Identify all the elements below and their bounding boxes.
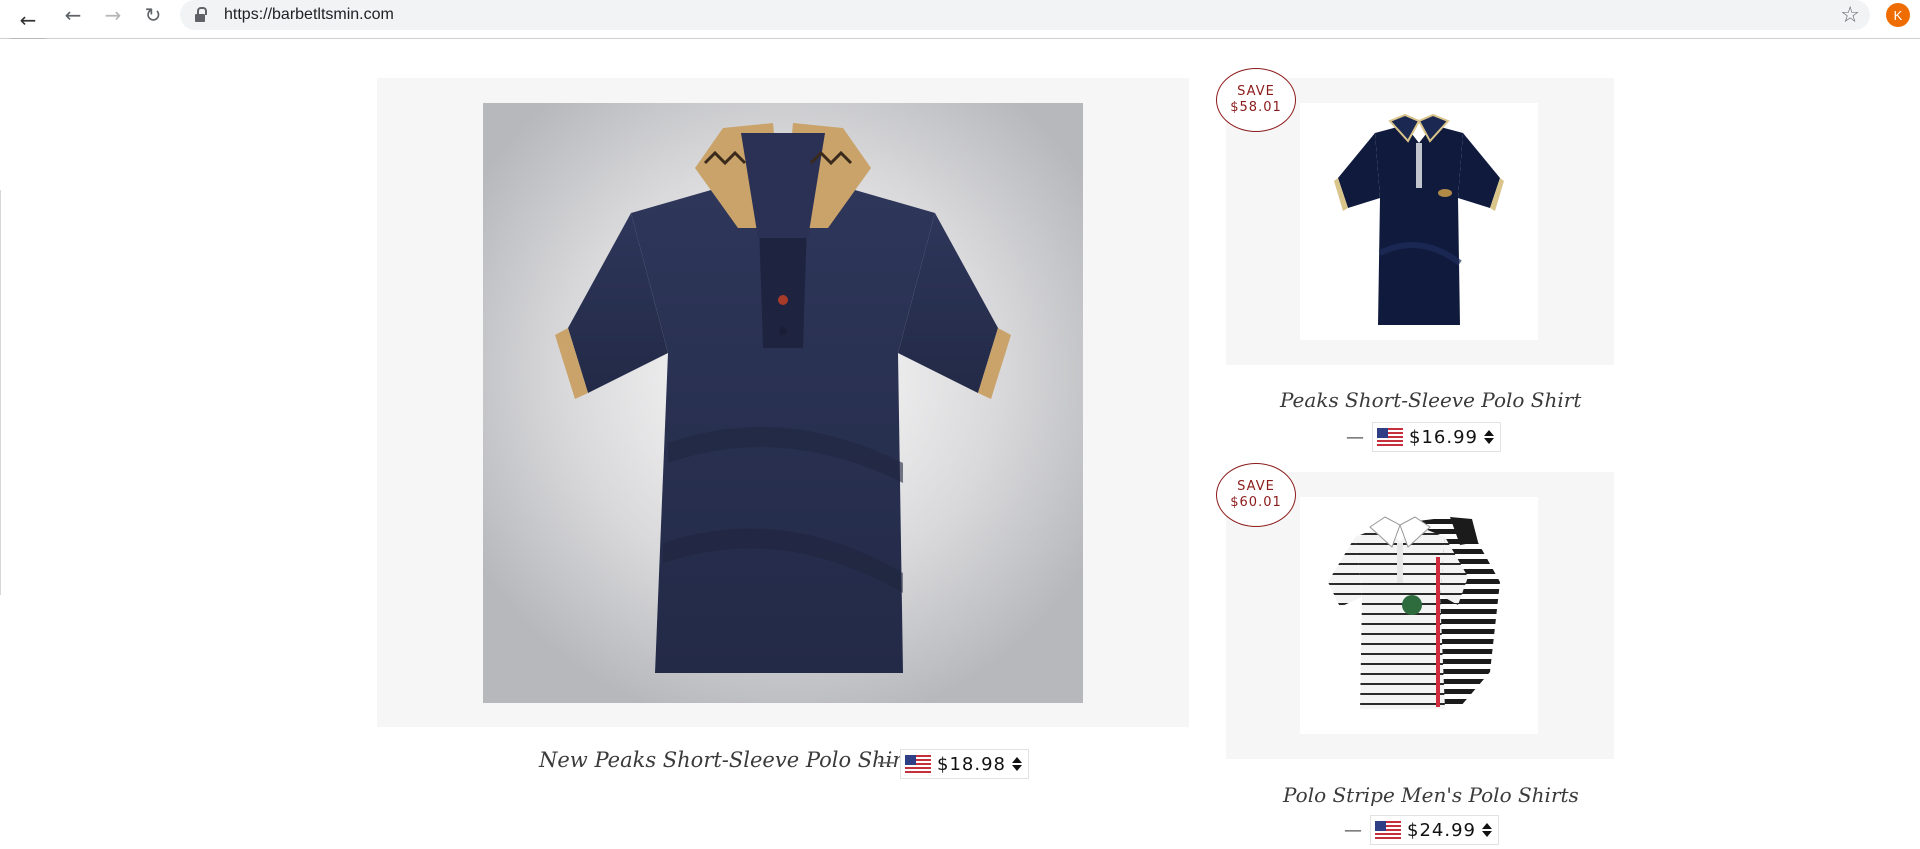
price-currency-selector-2[interactable]: $16.99 [1372,422,1501,452]
save-amount: $58.01 [1230,100,1282,115]
sort-arrows-icon [1483,430,1494,444]
price-text-2: $16.99 [1409,426,1478,448]
save-badge-2: SAVE $58.01 [1216,68,1296,132]
title-price-separator: — [1346,427,1364,448]
product-image-1[interactable] [483,103,1083,703]
save-badge-3: SAVE $60.01 [1216,463,1296,527]
title-price-separator: — [1344,820,1362,841]
product-title-3[interactable]: Polo Stripe Men's Polo Shirts [1283,783,1579,807]
striped-polo-shirts-image [1328,516,1500,709]
save-label: SAVE [1237,84,1275,99]
back-arrow-icon: ← [64,3,82,27]
star-icon[interactable]: ☆ [1840,3,1860,28]
back-arrow-icon[interactable]: ← [10,2,46,39]
price-text-1: $18.98 [937,753,1006,775]
product-title-2[interactable]: Peaks Short-Sleeve Polo Shirt [1280,388,1581,412]
forward-button[interactable]: → [98,0,128,30]
reload-icon: ↻ [144,3,162,27]
price-currency-selector-1[interactable]: $18.98 [900,749,1029,779]
back-button[interactable]: ← [58,0,88,30]
product-image-2[interactable] [1300,103,1538,340]
product-title-1[interactable]: New Peaks Short-Sleeve Polo Shirt [539,748,911,772]
save-amount: $60.01 [1230,495,1282,510]
title-price-separator: — [877,752,895,773]
price-text-3: $24.99 [1407,819,1476,841]
us-flag-icon [1377,428,1403,446]
save-label: SAVE [1237,479,1275,494]
lock-icon [195,7,207,22]
navy-striped-collar-polo-image [1334,113,1504,325]
profile-avatar[interactable]: K [1886,3,1910,27]
product-image-3[interactable] [1300,497,1538,734]
navy-polo-shirt-image [483,103,1083,703]
us-flag-icon [905,755,931,773]
reload-button[interactable]: ↻ [138,0,168,30]
browser-toolbar: ← ← → ↻ https://barbetltsmin.com ☆ K [0,0,1920,39]
us-flag-icon [1375,821,1401,839]
forward-arrow-icon: → [104,3,122,27]
product-card-1-frame[interactable] [377,78,1189,727]
price-currency-selector-3[interactable]: $24.99 [1370,815,1499,845]
url-text[interactable]: https://barbetltsmin.com [224,6,394,24]
address-bar[interactable]: https://barbetltsmin.com ☆ [180,0,1870,30]
page-edge-divider [0,190,1,595]
sort-arrows-icon [1481,823,1492,837]
sort-arrows-icon [1011,757,1022,771]
